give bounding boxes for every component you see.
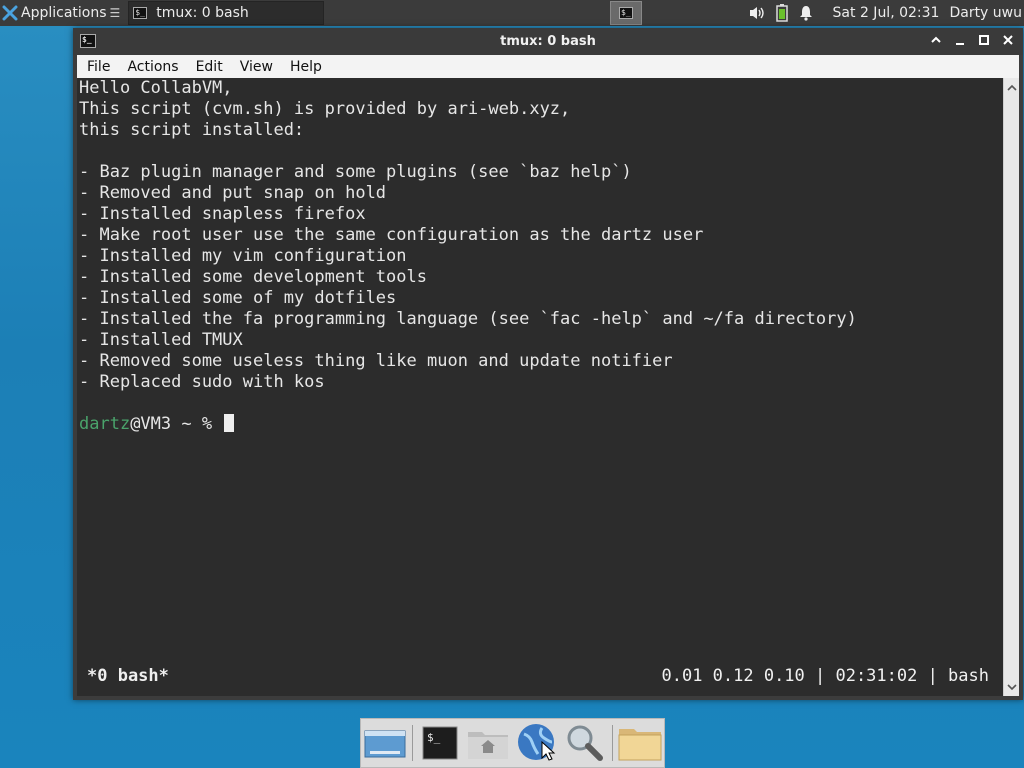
close-icon[interactable] (1001, 32, 1015, 48)
menu-file[interactable]: File (80, 59, 117, 75)
clock[interactable]: Sat 2 Jul, 02:31 (833, 5, 940, 21)
terminal-line: - Replaced sudo with kos (79, 372, 325, 392)
shell-prompt[interactable]: dartz@VM3 ~ % (79, 414, 235, 435)
menu-bar: File Actions Edit View Help (77, 55, 1019, 78)
terminal-icon[interactable]: $_ (415, 720, 464, 766)
text-cursor (224, 414, 235, 432)
svg-text:$_: $_ (427, 731, 441, 744)
terminal-line: this script installed: (79, 120, 305, 140)
home-folder-icon[interactable] (464, 720, 513, 766)
search-icon[interactable] (561, 720, 610, 766)
minimize-icon[interactable] (953, 32, 967, 48)
terminal-scrollbar[interactable] (1003, 78, 1019, 696)
terminal-line: - Installed snapless firefox (79, 204, 366, 224)
user-menu[interactable]: Darty uwu (949, 5, 1022, 21)
battery-icon[interactable] (775, 4, 788, 22)
terminal-line: This script (cvm.sh) is provided by ari-… (79, 99, 571, 119)
prompt-user: dartz (79, 414, 131, 434)
workspace-button[interactable]: $_ (610, 1, 642, 25)
show-desktop-icon[interactable] (361, 720, 410, 766)
terminal-line: - Installed some of my dotfiles (79, 288, 397, 308)
terminal-line: - Installed some development tools (79, 267, 427, 287)
taskbar-item-tmux[interactable]: $_ tmux: 0 bash (128, 1, 325, 25)
terminal-line: - Installed the fa programming language … (79, 309, 857, 329)
top-panel: Applications ☰ $_ tmux: 0 bash $_ Sat 2 … (0, 0, 1024, 26)
terminal-icon: $_ (619, 7, 633, 19)
prompt-host-path: @VM3 ~ % (130, 414, 223, 434)
window-titlebar[interactable]: $_ tmux: 0 bash (73, 28, 1023, 55)
volume-icon[interactable] (748, 5, 766, 21)
terminal-icon: $_ (133, 7, 148, 19)
system-tray: Sat 2 Jul, 02:31 Darty uwu (743, 0, 1024, 26)
xfce-logo-icon (2, 5, 18, 21)
applications-label: Applications (21, 5, 107, 21)
tmux-status-info: 0.01 0.12 0.10 | 02:31:02 | bash (661, 666, 989, 686)
tmux-window-label[interactable]: *0 bash* (87, 664, 169, 688)
menu-actions[interactable]: Actions (120, 59, 185, 75)
terminal-window: $_ tmux: 0 bash File Actions Edit View H… (73, 28, 1023, 700)
files-folder-icon[interactable] (615, 720, 664, 766)
notification-bell-icon[interactable] (798, 5, 814, 21)
terminal-line: - Baz plugin manager and some plugins (s… (79, 162, 632, 182)
maximize-icon[interactable] (977, 32, 991, 48)
scroll-down-arrow-icon[interactable] (1004, 680, 1019, 694)
menu-help[interactable]: Help (283, 59, 329, 75)
terminal-line: - Installed my vim configuration (79, 246, 407, 266)
scroll-up-arrow-icon[interactable] (1004, 80, 1019, 94)
terminal-line: - Make root user use the same configurat… (79, 225, 704, 245)
web-browser-icon[interactable] (512, 720, 561, 766)
taskbar-item-label: tmux: 0 bash (156, 5, 249, 21)
terminal-line: - Removed and put snap on hold (79, 183, 387, 203)
dock-panel: $_ (360, 718, 665, 768)
terminal-line: - Installed TMUX (79, 330, 243, 350)
terminal-line: Hello CollabVM, (79, 78, 233, 98)
terminal-line: - Removed some useless thing like muon a… (79, 351, 673, 371)
applications-menu-button[interactable]: Applications ☰ (0, 0, 124, 26)
shade-up-icon[interactable] (929, 32, 943, 48)
menu-view[interactable]: View (233, 59, 280, 75)
tmux-status-bar: *0 bash* 0.01 0.12 0.10 | 02:31:02 | bas… (77, 664, 1003, 688)
terminal-area[interactable]: Hello CollabVM, This script (cvm.sh) is … (77, 78, 1003, 696)
menu-edit[interactable]: Edit (189, 59, 230, 75)
window-title: tmux: 0 bash (500, 34, 596, 49)
